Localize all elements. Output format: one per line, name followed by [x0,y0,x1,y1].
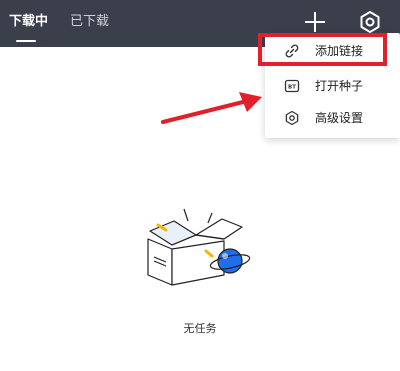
link-icon [285,44,299,58]
gear-icon [360,11,380,33]
menu-item-label: 打开种子 [315,79,364,93]
menu-item-add-link[interactable]: 添加链接 [265,34,400,68]
annotation-arrow [161,92,262,124]
empty-state-text: 无任务 [183,322,217,335]
add-button[interactable] [302,9,328,35]
bt-torrent-icon: BT [284,79,300,93]
tab-downloading[interactable]: 下载中 [9,14,48,30]
hexagon-settings-icon [285,110,299,126]
active-tab-indicator [16,40,36,42]
svg-text:BT: BT [288,84,296,90]
add-dropdown-menu: 添加链接 BT 打开种子 高级设置 [265,33,400,138]
empty-box-globe-illustration [147,208,251,286]
settings-button[interactable] [357,9,383,35]
menu-item-advanced-settings[interactable]: 高级设置 [265,101,400,135]
menu-item-label: 添加链接 [315,44,364,58]
tab-downloaded[interactable]: 已下载 [70,14,109,30]
menu-item-label: 高级设置 [315,111,364,125]
menu-item-open-torrent[interactable]: BT 打开种子 [265,69,400,103]
plus-icon [305,12,325,32]
